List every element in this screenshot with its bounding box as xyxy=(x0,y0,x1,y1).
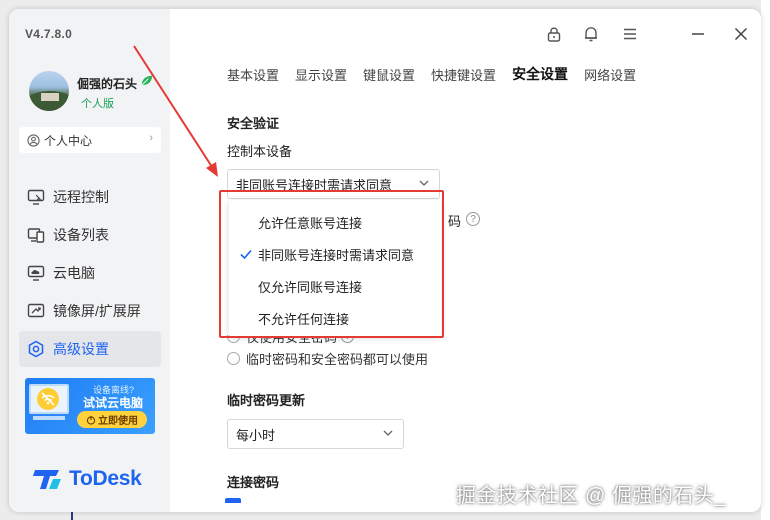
sidebar-item-advanced-settings[interactable]: 高级设置 xyxy=(19,331,161,367)
tab-network[interactable]: 网络设置 xyxy=(584,65,636,84)
minimize-icon[interactable] xyxy=(688,24,708,44)
section-title-temp-password: 临时密码更新 xyxy=(227,393,306,408)
no-wifi-icon xyxy=(37,388,59,410)
sidebar-item-label: 云电脑 xyxy=(53,265,95,281)
close-icon[interactable] xyxy=(731,24,751,44)
username: 倔强的石头 xyxy=(77,77,138,91)
device-list-icon xyxy=(25,224,47,246)
radio-label: 临时密码和安全密码都可以使用 xyxy=(246,352,429,367)
user-icon xyxy=(27,133,40,147)
sidebar-item-label: 高级设置 xyxy=(53,341,109,357)
cloud-pc-icon xyxy=(25,262,47,284)
leaf-icon xyxy=(141,75,153,86)
settings-tabs: 基本设置 显示设置 键鼠设置 快捷键设置 安全设置 网络设置 xyxy=(227,65,652,84)
version-label: V4.7.8.0 xyxy=(25,27,73,41)
sidebar-item-label: 设备列表 xyxy=(53,227,109,243)
section-title-security: 安全验证 xyxy=(227,116,280,131)
personal-center-button[interactable]: 个人中心 › xyxy=(19,127,161,153)
tab-keyboard-mouse[interactable]: 键鼠设置 xyxy=(363,65,415,84)
chevron-right-icon: › xyxy=(149,132,153,144)
sidebar-item-label: 镜像屏/扩展屏 xyxy=(53,303,141,319)
watermark: 掘金技术社区 @ 倔强的石头_ xyxy=(456,485,727,507)
sidebar-item-mirror-screen[interactable]: 镜像屏/扩展屏 xyxy=(19,293,161,329)
tab-security[interactable]: 安全设置 xyxy=(512,64,568,84)
tab-display[interactable]: 显示设置 xyxy=(295,65,347,84)
section-title-connect-password: 连接密码 xyxy=(227,475,280,490)
temp-password-select[interactable]: 每小时 xyxy=(227,419,404,449)
tab-basic[interactable]: 基本设置 xyxy=(227,65,279,84)
chevron-down-icon xyxy=(419,180,429,186)
plan-badge: 个人版 xyxy=(81,98,114,110)
use-now-button[interactable]: 立即使用 xyxy=(77,411,147,428)
menu-icon[interactable] xyxy=(620,24,640,44)
lock-icon[interactable] xyxy=(544,24,564,44)
sidebar-item-label: 远程控制 xyxy=(53,189,109,205)
todesk-logo: ToDesk xyxy=(33,467,142,491)
sidebar: V4.7.8.0 倔强的石头 个人版 个人中心 › 远程控制 设备列表 云电脑 … xyxy=(9,9,170,512)
use-now-label: 立即使用 xyxy=(98,416,138,427)
obscured-label-tail: 码 xyxy=(448,214,462,229)
highlight-box xyxy=(219,190,444,338)
remote-control-icon xyxy=(25,186,47,208)
radio-both-passwords[interactable]: 临时密码和安全密码都可以使用 xyxy=(227,349,428,368)
sidebar-item-device-list[interactable]: 设备列表 xyxy=(19,217,161,253)
radio-button[interactable] xyxy=(227,352,240,365)
mirror-screen-icon xyxy=(25,300,47,322)
promo-title: 试试云电脑 xyxy=(83,396,144,410)
help-icon[interactable]: ? xyxy=(466,212,480,226)
power-icon xyxy=(86,415,96,425)
personal-center-label: 个人中心 xyxy=(44,133,93,148)
cloud-pc-promo-banner[interactable]: 设备离线? 试试云电脑 立即使用 xyxy=(25,378,155,434)
sidebar-item-cloud-pc[interactable]: 云电脑 xyxy=(19,255,161,291)
brand-name: ToDesk xyxy=(69,467,142,490)
tab-shortcuts[interactable]: 快捷键设置 xyxy=(431,65,496,84)
advanced-settings-icon xyxy=(25,338,47,360)
chevron-down-icon xyxy=(383,430,393,436)
checkbox-partial[interactable] xyxy=(225,498,241,503)
control-device-label: 控制本设备 xyxy=(227,144,293,159)
todesk-logo-icon xyxy=(33,470,61,489)
avatar[interactable] xyxy=(29,71,69,111)
background-strip xyxy=(761,0,770,520)
sidebar-item-remote-control[interactable]: 远程控制 xyxy=(19,179,161,215)
temp-password-value: 每小时 xyxy=(236,427,276,443)
bell-icon[interactable] xyxy=(581,24,601,44)
